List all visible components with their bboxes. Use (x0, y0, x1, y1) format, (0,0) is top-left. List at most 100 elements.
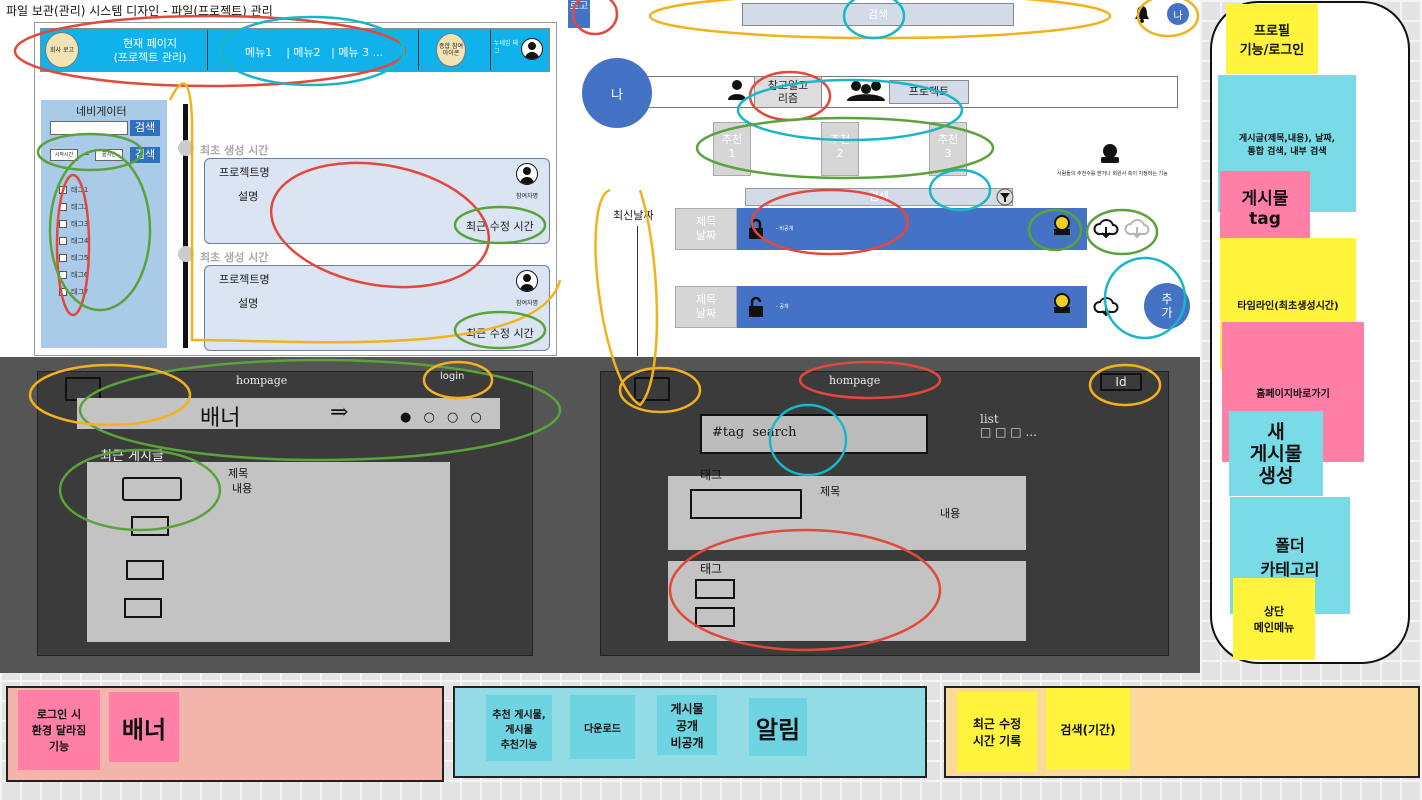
note-alarm: 알림 (749, 698, 807, 756)
date-search-button[interactable]: 검색 (130, 147, 160, 163)
download-cloud-icon[interactable] (1124, 218, 1150, 238)
support-agent-icon (1101, 144, 1119, 163)
tag-label: 태그6 (71, 271, 89, 279)
add-post-button[interactable]: 추 가 (1144, 283, 1190, 329)
sketch-content: 내용 (232, 482, 253, 495)
sketch-carousel-dots: ● ○ ○ ○ (400, 410, 486, 425)
member-name: 참여자명 (516, 300, 539, 307)
sketch-category-label: 태그 (700, 468, 723, 482)
latest-date-label: 최신날짜 (613, 209, 654, 222)
member-avatar-icon (516, 270, 538, 292)
profile-big-avatar[interactable]: 나 (582, 58, 652, 128)
recommend-1[interactable]: 추천 1 (713, 122, 751, 176)
member-name: 참여자명 (516, 193, 539, 200)
project-desc: 설명 (238, 190, 259, 203)
user-avatar-icon[interactable] (521, 38, 543, 60)
sketch-content: 내용 (940, 507, 961, 520)
post-search-bar[interactable]: 검색 (745, 188, 1013, 206)
tag-label: 태그2 (71, 203, 89, 211)
member-avatar-icon (516, 163, 538, 185)
search-bar[interactable]: 검색 (742, 3, 1014, 26)
timeline-dot[interactable] (178, 246, 194, 262)
person-icon (728, 80, 746, 100)
bell-icon[interactable] (1133, 4, 1151, 24)
current-page-label: 현재 페이지 (프로젝트 관리) (113, 37, 187, 64)
note-visibility: 게시물 공개 비공개 (657, 695, 717, 755)
filter-icon[interactable] (996, 188, 1014, 206)
author-agent-icon (1054, 293, 1070, 313)
sketch-home-title: hompage (829, 374, 881, 387)
note-new-post: 새 게시물 생성 (1229, 411, 1323, 496)
unlock-icon[interactable] (748, 296, 764, 318)
menu-items[interactable]: 메뉴1 | 메뉴2 | 메뉴 3 ... (245, 44, 383, 60)
sketch-login[interactable]: login (440, 371, 464, 382)
note-period-search: 검색(기간) (1046, 688, 1130, 770)
last-modified-time: 최근 수정 시간 (466, 327, 534, 340)
download-cloud-icon[interactable] (1093, 218, 1119, 238)
timeline-dot[interactable] (178, 140, 194, 156)
tag-checkbox[interactable] (59, 203, 67, 211)
tab-project[interactable]: 프로젝트 (889, 80, 969, 104)
project-name: 프로젝트명 (219, 166, 270, 179)
sketch-id-box[interactable]: Id (1100, 373, 1142, 391)
project-name: 프로젝트명 (219, 273, 270, 286)
tag-checkbox[interactable] (59, 271, 67, 279)
tag-label: 태그3 (71, 220, 89, 228)
note-download: 다운로드 (570, 695, 635, 759)
post-title-date[interactable]: 제목 날짜 (675, 208, 737, 250)
sketch-banner: 배너 (200, 406, 241, 431)
tag-label: 태그1 (71, 186, 89, 194)
post-visibility-label: - 비공개 (776, 226, 794, 232)
tag-checkbox[interactable] (59, 254, 67, 262)
recommend-3[interactable]: 추천 3 (929, 122, 967, 176)
menu-icon[interactable] (634, 377, 670, 401)
timeline-label: 최초 생성 시간 (200, 251, 269, 264)
tag-checkbox[interactable] (59, 220, 67, 228)
company-logo[interactable]: 회사 로고 (45, 32, 79, 68)
sketch-title: 제목 (820, 485, 841, 498)
project-desc: 설명 (238, 297, 259, 310)
download-cloud-icon[interactable] (1093, 296, 1119, 316)
app-logo[interactable]: 로고 (568, 0, 590, 28)
thumbnail-icon (690, 489, 802, 519)
tab-reference[interactable]: 참고일고 리즘 (754, 76, 822, 108)
tag-checkbox[interactable] (59, 237, 67, 245)
note-last-modified: 최근 수정 시간 기록 (957, 692, 1037, 772)
post-title-date[interactable]: 제목 날짜 (675, 286, 737, 328)
end-date-input[interactable]: 끝시간 (95, 149, 123, 161)
thumbnail-icon (122, 477, 182, 501)
my-avatar[interactable]: 나 (1167, 3, 1189, 25)
date-separator: ~ (83, 150, 90, 159)
sketch-title: 제목 (228, 467, 249, 480)
post-visibility-label: - 공개 (776, 304, 789, 310)
navigator-title: 네비게이터 (76, 105, 127, 118)
note-banner: 배너 (109, 692, 179, 762)
timeline-label: 최초 생성 시간 (200, 144, 269, 157)
participation-badge[interactable]: 종합 참여 아이콘 (436, 33, 466, 67)
note-recommend: 추천 게시물, 게시물 추천기능 (486, 695, 552, 761)
tag-checkbox[interactable] (59, 186, 67, 194)
page-title: 파일 보관(관리) 시스템 디자인 - 파일(프로젝트) 관리 (6, 4, 273, 18)
note-top-menu: 상단 메인메뉴 (1233, 578, 1315, 660)
tag-label: 태그7 (71, 288, 89, 296)
lock-icon[interactable] (748, 218, 764, 240)
group-icon (847, 81, 885, 101)
tag-checkbox[interactable] (59, 288, 67, 296)
tag-label: 태그4 (71, 237, 89, 245)
tag-label: 태그5 (71, 254, 89, 262)
note-login-env: 로그인 시 환경 달라짐 기능 (18, 690, 100, 770)
sketch-search: #tag search (712, 425, 797, 440)
nav-search-input[interactable] (50, 121, 128, 135)
post-row[interactable] (737, 286, 1087, 328)
user-nickname: 누네임 태그 (494, 40, 518, 55)
note-tag: 게시물 tag (1220, 171, 1310, 241)
nav-search-button[interactable]: 검색 (130, 120, 160, 136)
sketch-home-title: hompage (236, 374, 288, 387)
recommend-description: 사람들의 추천수를 받거나 회원사 측이 지정하는 기능 (1057, 171, 1168, 177)
author-agent-icon (1054, 215, 1070, 235)
sketch-category-label: 태그 (700, 562, 723, 576)
recommend-2[interactable]: 추천 2 (821, 122, 859, 176)
last-modified-time: 최근 수정 시간 (466, 220, 534, 233)
start-date-input[interactable]: 시작시간 (50, 149, 78, 161)
note-profile: 프로필 기능/로그인 (1226, 4, 1318, 74)
